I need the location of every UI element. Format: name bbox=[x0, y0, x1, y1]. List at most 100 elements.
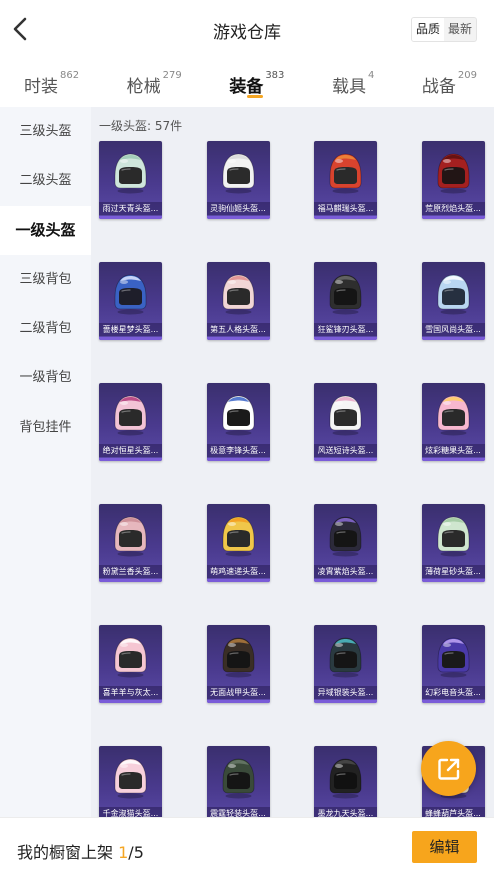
item-name: 幻彩电音头盔... bbox=[421, 686, 485, 699]
sidebar: 三级头盔 二级头盔 一级头盔 三级背包 二级背包 一级背包 背包挂件 bbox=[0, 107, 91, 817]
item-card[interactable]: 粉黛兰香头盔... bbox=[99, 504, 162, 582]
item-card[interactable]: 极意李锋头盔... bbox=[206, 383, 270, 461]
item-name: 第五人格头盔... bbox=[206, 323, 270, 336]
tab-count: 209 bbox=[457, 70, 477, 81]
item-card[interactable]: 荒原烈焰头盔... bbox=[421, 141, 485, 219]
item-grid: 雨过天青头盔... 灵驹仙姬头盔... 福马麒瑞头盔... 荒原烈焰头盔... 蔷楼星梦… bbox=[99, 141, 494, 817]
share-button[interactable] bbox=[421, 741, 476, 796]
helmet-icon bbox=[329, 637, 362, 678]
item-card[interactable]: 喜羊羊与灰太... bbox=[99, 625, 162, 703]
tab-label: 战备 bbox=[421, 77, 456, 97]
helmet-icon bbox=[114, 153, 147, 194]
item-card[interactable]: 福马麒瑞头盔... bbox=[314, 141, 377, 219]
active-tab-indicator bbox=[247, 95, 264, 98]
helmet-icon bbox=[114, 637, 147, 678]
helmet-icon bbox=[329, 153, 362, 194]
helmet-icon bbox=[222, 758, 254, 799]
item-name: 震霆轻装头盔... bbox=[206, 807, 270, 817]
sidebar-item-level1-helmet[interactable]: 一级头盔 bbox=[0, 205, 91, 255]
item-name: 雪国风尚头盔... bbox=[421, 323, 485, 336]
item-name: 薄荷星砂头盔... bbox=[421, 565, 485, 578]
tab-count: 4 bbox=[367, 70, 375, 81]
item-card[interactable]: 凌霄紫焰头盔... bbox=[314, 504, 377, 582]
helmet-icon bbox=[329, 395, 362, 436]
tab-supplies[interactable]: 战备209 bbox=[422, 58, 477, 106]
header: 游戏仓库 品质 最新 bbox=[0, 0, 494, 58]
item-card[interactable]: 幻彩电音头盔... bbox=[421, 625, 485, 703]
item-card[interactable]: 风送短诗头盔... bbox=[314, 383, 377, 461]
item-card[interactable]: 薄荷星砂头盔... bbox=[421, 504, 485, 582]
helmet-icon bbox=[222, 637, 254, 678]
tab-firearms[interactable]: 枪械279 bbox=[127, 58, 182, 106]
helmet-icon bbox=[437, 153, 469, 194]
shelf-label: 我的橱窗上架 bbox=[17, 843, 114, 862]
item-name: 异域银装头盔... bbox=[314, 686, 377, 699]
item-card[interactable]: 萌鸡速递头盔... bbox=[206, 504, 270, 582]
helmet-icon bbox=[222, 516, 254, 557]
sidebar-item-level1-backpack[interactable]: 一级背包 bbox=[0, 353, 91, 402]
item-card[interactable]: 蔷楼星梦头盔... bbox=[99, 262, 162, 340]
item-card[interactable]: 狂鲨锋刃头盔... bbox=[314, 262, 377, 340]
tab-count: 383 bbox=[265, 70, 285, 81]
helmet-icon bbox=[437, 516, 469, 557]
sort-option-quality[interactable]: 品质 bbox=[411, 18, 444, 41]
item-name: 蔷楼星梦头盔... bbox=[99, 323, 162, 336]
item-card[interactable]: 异域银装头盔... bbox=[314, 625, 377, 703]
item-name: 绝对恒星头盔... bbox=[99, 444, 162, 457]
item-panel: 一级头盔: 57件 雨过天青头盔... 灵驹仙姬头盔... 福马麒瑞头盔... 荒原烈… bbox=[91, 107, 494, 817]
item-name: 炫彩糖果头盔... bbox=[421, 444, 485, 457]
item-card[interactable]: 绝对恒星头盔... bbox=[99, 383, 162, 461]
sidebar-item-level3-backpack[interactable]: 三级背包 bbox=[0, 255, 91, 304]
helmet-icon bbox=[222, 153, 254, 194]
item-name: 极意李锋头盔... bbox=[206, 444, 270, 457]
helmet-icon bbox=[329, 516, 362, 557]
helmet-icon bbox=[329, 758, 362, 799]
sidebar-item-level2-helmet[interactable]: 二级头盔 bbox=[0, 156, 91, 205]
helmet-icon bbox=[114, 758, 147, 799]
tab-equipment[interactable]: 装备383 bbox=[229, 58, 284, 106]
sort-toggle: 品质 最新 bbox=[410, 17, 477, 42]
category-tabs: 时装862 枪械279 装备383 载具4 战备209 bbox=[0, 58, 494, 106]
sort-option-latest[interactable]: 最新 bbox=[444, 18, 476, 41]
item-card[interactable]: 炫彩糖果头盔... bbox=[421, 383, 485, 461]
helmet-icon bbox=[114, 395, 147, 436]
item-card[interactable]: 雪国风尚头盔... bbox=[421, 262, 485, 340]
shelf-status: 我的橱窗上架 1/5 bbox=[17, 839, 144, 863]
tab-vehicles[interactable]: 载具4 bbox=[332, 58, 374, 106]
helmet-icon bbox=[437, 274, 469, 315]
item-name: 萌鸡速递头盔... bbox=[206, 565, 270, 578]
item-name: 雨过天青头盔... bbox=[99, 202, 162, 215]
shelf-count: 1 bbox=[118, 843, 129, 862]
shelf-total: /5 bbox=[128, 843, 144, 862]
sidebar-item-level3-helmet[interactable]: 三级头盔 bbox=[0, 107, 91, 156]
item-name: 福马麒瑞头盔... bbox=[314, 202, 377, 215]
helmet-icon bbox=[222, 274, 254, 315]
item-card[interactable]: 雨过天青头盔... bbox=[99, 141, 162, 219]
tab-label: 枪械 bbox=[126, 77, 161, 97]
tab-label: 时装 bbox=[24, 77, 58, 97]
item-card[interactable]: 无面战甲头盔... bbox=[206, 625, 270, 703]
helmet-icon bbox=[437, 637, 469, 678]
item-name: 喜羊羊与灰太... bbox=[99, 686, 162, 699]
item-name: 无面战甲头盔... bbox=[206, 686, 270, 699]
edit-button[interactable]: 编辑 bbox=[412, 831, 477, 863]
sidebar-item-level2-backpack[interactable]: 二级背包 bbox=[0, 304, 91, 353]
item-card[interactable]: 第五人格头盔... bbox=[206, 262, 270, 340]
item-name: 粉黛兰香头盔... bbox=[99, 565, 162, 578]
helmet-icon bbox=[222, 395, 254, 436]
tab-label: 装备 bbox=[229, 77, 264, 97]
sidebar-item-backpack-charm[interactable]: 背包挂件 bbox=[0, 403, 91, 452]
item-card[interactable]: 墨龙九天头盔... bbox=[314, 746, 377, 817]
tab-count: 862 bbox=[60, 70, 80, 81]
item-name: 风送短诗头盔... bbox=[314, 444, 377, 457]
item-card[interactable]: 灵驹仙姬头盔... bbox=[206, 141, 270, 219]
tab-fashion[interactable]: 时装862 bbox=[24, 58, 79, 106]
item-card[interactable]: 千金淑猫头盔... bbox=[99, 746, 162, 817]
helmet-icon bbox=[437, 395, 469, 436]
bottom-bar: 我的橱窗上架 1/5 编辑 bbox=[0, 817, 494, 875]
item-name: 蜂蜂葫芦头盔... bbox=[421, 807, 485, 817]
item-name: 墨龙九天头盔... bbox=[314, 807, 377, 817]
tab-count: 279 bbox=[162, 70, 182, 81]
external-link-icon bbox=[437, 758, 459, 780]
item-card[interactable]: 震霆轻装头盔... bbox=[206, 746, 270, 817]
